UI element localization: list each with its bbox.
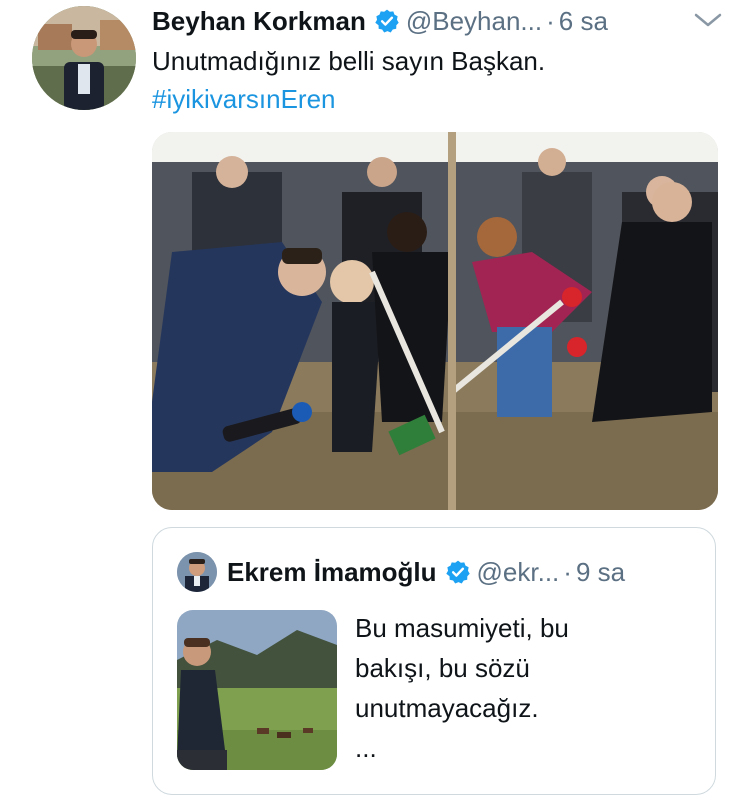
quoted-header: Ekrem İmamoğlu @ekr... · 9 sa [227, 554, 625, 590]
quoted-author-name[interactable]: Ekrem İmamoğlu [227, 557, 437, 588]
tweet-photo[interactable] [152, 132, 718, 510]
quoted-thumbnail[interactable] [177, 610, 337, 770]
hashtag-link[interactable]: #iyikivarsınEren [152, 80, 545, 118]
verified-badge-icon [445, 560, 470, 584]
quoted-time[interactable]: 9 sa [576, 557, 625, 588]
chevron-down-icon[interactable] [688, 10, 728, 30]
quoted-author-avatar[interactable] [177, 552, 217, 592]
author-handle[interactable]: @Beyhan... [406, 6, 542, 37]
tweet-text: Unutmadığınız belli sayın Başkan. #iyiki… [152, 42, 545, 118]
tweet-header: Beyhan Korkman @Beyhan... · 6 sa [152, 4, 730, 38]
separator-dot: · [546, 5, 555, 36]
quoted-text-line: ... [355, 733, 377, 763]
quoted-text-line: bakışı, bu sözü [355, 653, 530, 683]
tweet-body: Unutmadığınız belli sayın Başkan. [152, 46, 546, 76]
separator-dot: · [563, 556, 572, 587]
author-name[interactable]: Beyhan Korkman [152, 6, 366, 37]
tweet-time[interactable]: 6 sa [559, 6, 608, 37]
quoted-text-line: unutmayacağız. [355, 693, 539, 723]
quoted-text: Bu masumiyeti, bu bakışı, bu sözü unutma… [355, 608, 695, 768]
verified-badge-icon [375, 9, 399, 33]
quoted-text-line: Bu masumiyeti, bu [355, 613, 569, 643]
quoted-author-handle[interactable]: @ekr... [477, 557, 560, 588]
quoted-tweet[interactable]: Ekrem İmamoğlu @ekr... · 9 sa Bu masumiy… [152, 527, 716, 795]
author-avatar[interactable] [32, 6, 136, 110]
